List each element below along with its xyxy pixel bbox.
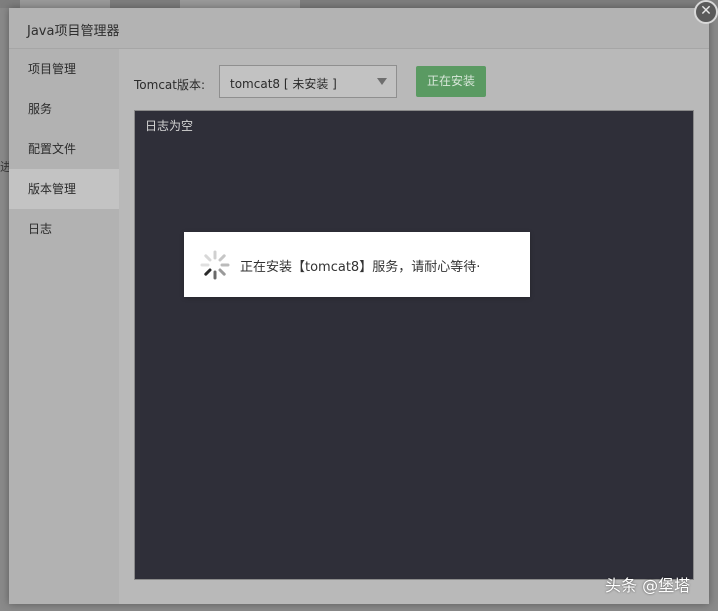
close-button[interactable]: ✕ (694, 0, 718, 24)
sidebar-item-services[interactable]: 服务 (9, 89, 119, 129)
spinner-icon (200, 250, 230, 280)
log-empty-text: 日志为空 (145, 119, 194, 133)
sidebar-item-label: 配置文件 (28, 142, 77, 156)
background-tab (20, 0, 110, 8)
sidebar-item-project-management[interactable]: 项目管理 (9, 49, 119, 89)
chevron-down-icon (377, 78, 387, 85)
sidebar-item-config-files[interactable]: 配置文件 (9, 129, 119, 169)
close-icon: ✕ (700, 3, 712, 19)
watermark: 头条 @堡塔 (605, 576, 691, 595)
background-tab (180, 0, 300, 8)
sidebar-item-logs[interactable]: 日志 (9, 209, 119, 249)
loading-message: 正在安装【tomcat8】服务，请耐心等待· (240, 260, 481, 275)
selected-version: tomcat8 [ 未安装 ] (230, 77, 337, 91)
sidebar-item-label: 项目管理 (28, 62, 77, 76)
sidebar-item-label: 版本管理 (28, 182, 77, 196)
dialog-title: Java项目管理器 (27, 24, 120, 39)
sidebar-item-version-management[interactable]: 版本管理 (9, 169, 119, 209)
sidebar-item-label: 服务 (28, 102, 53, 116)
java-project-manager-dialog: Java项目管理器 项目管理 服务 配置文件 版本管理 日志 Tomcat版本:… (9, 8, 709, 604)
loading-dialog: 正在安装【tomcat8】服务，请耐心等待· (184, 232, 530, 297)
main-content: Tomcat版本: tomcat8 [ 未安装 ] 正在安装 日志为空 (119, 49, 709, 604)
sidebar-item-label: 日志 (28, 222, 53, 236)
dialog-title-bar: Java项目管理器 (9, 8, 709, 49)
log-panel: 日志为空 (134, 110, 694, 580)
tomcat-version-select[interactable]: tomcat8 [ 未安装 ] (219, 65, 397, 98)
install-button[interactable]: 正在安装 (416, 66, 486, 97)
sidebar: 项目管理 服务 配置文件 版本管理 日志 (9, 49, 119, 604)
tomcat-version-label: Tomcat版本: (134, 78, 206, 92)
